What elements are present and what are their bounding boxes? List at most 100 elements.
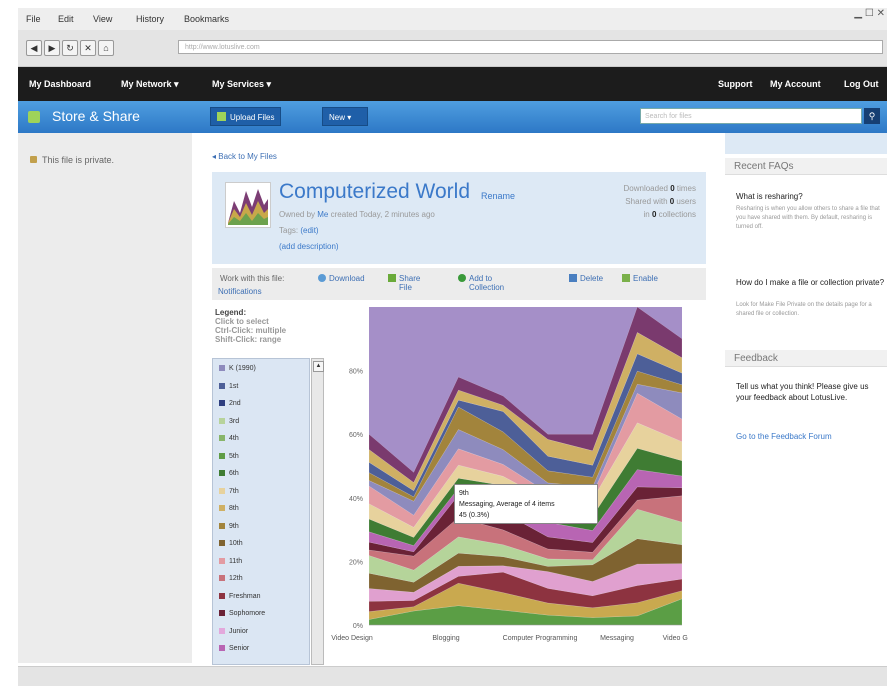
legend-item[interactable]: Junior xyxy=(219,627,248,635)
legend-swatch xyxy=(219,435,225,441)
tooltip-line-1: 9th xyxy=(459,490,469,497)
legend-item-label: 2nd xyxy=(229,400,241,407)
x-category-label: Blogging xyxy=(432,635,459,642)
faq-question-1[interactable]: What is resharing? xyxy=(736,192,803,201)
legend-swatch xyxy=(219,417,225,424)
stop-icon[interactable]: ✕ xyxy=(80,40,96,56)
tooltip-line-2: Messaging, Average of 4 items xyxy=(459,501,555,508)
search-input[interactable]: Search for files xyxy=(640,108,862,124)
y-tick-label: 0% xyxy=(353,623,363,630)
legend-item[interactable]: 8th xyxy=(219,505,239,512)
legend-item[interactable]: Sophomore xyxy=(219,610,265,617)
legend-list[interactable]: K (1990) 1st 2nd 3rd 4th 5th 6th 7th 8th 9th 10th 1… xyxy=(212,358,310,665)
nav-support[interactable]: Support xyxy=(718,79,753,89)
lock-icon xyxy=(30,156,37,163)
legend-item[interactable]: 1st xyxy=(219,382,239,390)
x-category-label: Video Game xyxy=(663,635,688,642)
nav-log-out[interactable]: Log Out xyxy=(844,79,879,89)
legend-scrollbar[interactable]: ▲ xyxy=(311,358,324,665)
y-tick-label: 60% xyxy=(349,432,363,439)
menu-history[interactable]: History xyxy=(136,14,164,24)
legend-item-label: 8th xyxy=(229,505,239,512)
legend-item[interactable]: 5th xyxy=(219,452,239,460)
legend-item-label: 9th xyxy=(229,522,239,530)
nav-my-network[interactable]: My Network ▾ xyxy=(121,79,179,90)
area-chart[interactable]: 0% 20% 40% 60% 80% Video Design Blogging Comput… xyxy=(328,300,688,652)
faq-question-2[interactable]: How do I make a file or collection priva… xyxy=(736,277,886,288)
legend-item[interactable]: Senior xyxy=(219,645,249,652)
notifications-link[interactable]: Notifications xyxy=(218,287,262,296)
legend-item[interactable]: 10th xyxy=(219,540,243,547)
nav-my-account[interactable]: My Account xyxy=(770,79,821,89)
legend-item[interactable]: 4th xyxy=(219,435,239,442)
enable-link[interactable]: Enable xyxy=(622,274,658,283)
menu-bookmarks[interactable]: Bookmarks xyxy=(184,14,229,24)
legend-item[interactable]: 11th xyxy=(219,557,242,565)
app-title: Store & Share xyxy=(52,108,140,124)
feedback-title: Feedback xyxy=(725,350,887,367)
rename-link[interactable]: Rename xyxy=(481,191,515,201)
add-to-collection-link[interactable]: Add to Collection xyxy=(458,274,504,292)
menu-file[interactable]: File xyxy=(26,14,41,24)
url-input[interactable]: http://www.lotuslive.com xyxy=(178,40,883,54)
legend-item-label: Senior xyxy=(229,645,250,652)
legend-item-label: 1st xyxy=(229,382,239,390)
legend-item-label: 6th xyxy=(229,470,239,477)
legend-item[interactable]: Freshman xyxy=(219,592,261,600)
download-icon xyxy=(318,274,326,282)
search-icon[interactable]: ⚲ xyxy=(864,108,880,124)
legend-swatch xyxy=(219,487,225,494)
actions-lead: Work with this file: xyxy=(220,274,285,283)
forward-icon[interactable]: ▶ xyxy=(44,40,60,56)
legend-swatch xyxy=(219,522,225,529)
top-navigation: My Dashboard My Network ▾ My Services ▾ … xyxy=(18,67,887,101)
legend-swatch xyxy=(219,470,225,476)
nav-my-dashboard[interactable]: My Dashboard xyxy=(29,79,91,89)
x-category-label: Messaging xyxy=(600,635,634,642)
legend-title: Legend: xyxy=(215,308,247,317)
legend-item[interactable]: 3rd xyxy=(219,417,239,425)
y-tick-label: 20% xyxy=(349,559,363,566)
upload-files-label: Upload Files xyxy=(230,113,275,122)
tags-line: Tags: (edit) xyxy=(279,226,319,235)
back-to-files-link[interactable]: ◂ Back to My Files xyxy=(212,152,277,161)
share-file-link[interactable]: Share File xyxy=(388,274,420,292)
stat-collections: in 0 collections xyxy=(643,210,696,219)
add-description-link[interactable]: (add description) xyxy=(279,242,339,251)
new-menu-button[interactable]: New ▾ xyxy=(322,107,368,126)
legend-item[interactable]: 9th xyxy=(219,522,239,530)
back-icon[interactable]: ◀ xyxy=(26,40,42,56)
chart-thumbnail-icon xyxy=(226,183,270,227)
feedback-forum-link[interactable]: Go to the Feedback Forum xyxy=(736,432,832,441)
scroll-up-icon[interactable]: ▲ xyxy=(313,361,324,372)
menu-edit[interactable]: Edit xyxy=(58,14,74,24)
legend-item[interactable]: 2nd xyxy=(219,400,241,407)
download-link[interactable]: Download xyxy=(318,274,365,283)
legend-swatch xyxy=(219,400,225,406)
menu-view[interactable]: View xyxy=(93,14,112,24)
legend-item[interactable]: 7th xyxy=(219,487,239,495)
legend-item[interactable]: 6th xyxy=(219,470,239,477)
upload-files-button[interactable]: Upload Files xyxy=(210,107,282,126)
reload-icon[interactable]: ↻ xyxy=(62,40,78,56)
owner-name-link[interactable]: Me xyxy=(317,210,328,219)
legend-swatch xyxy=(219,627,225,634)
private-note: This file is private. xyxy=(30,155,114,165)
legend-swatch xyxy=(219,645,225,651)
edit-tags-link[interactable]: (edit) xyxy=(300,226,318,235)
legend-item[interactable]: K (1990) xyxy=(219,365,256,372)
window-controls[interactable]: ▁ ☐ ✕ xyxy=(854,8,885,19)
legend-item-label: 10th xyxy=(229,540,243,547)
x-category-label: Video Design xyxy=(331,635,373,642)
share-icon xyxy=(388,274,396,282)
private-note-text: This file is private. xyxy=(42,155,115,165)
browser-menu-bar: File Edit View History Bookmarks xyxy=(18,8,887,30)
legend-item[interactable]: 12th xyxy=(219,575,243,582)
legend-swatch xyxy=(219,365,225,371)
legend-help-2: Ctrl-Click: multiple xyxy=(215,326,287,335)
delete-link[interactable]: Delete xyxy=(569,274,603,283)
home-icon[interactable]: ⌂ xyxy=(98,40,114,56)
legend-swatch xyxy=(219,452,225,459)
nav-my-services[interactable]: My Services ▾ xyxy=(212,79,271,90)
legend-swatch xyxy=(219,505,225,511)
